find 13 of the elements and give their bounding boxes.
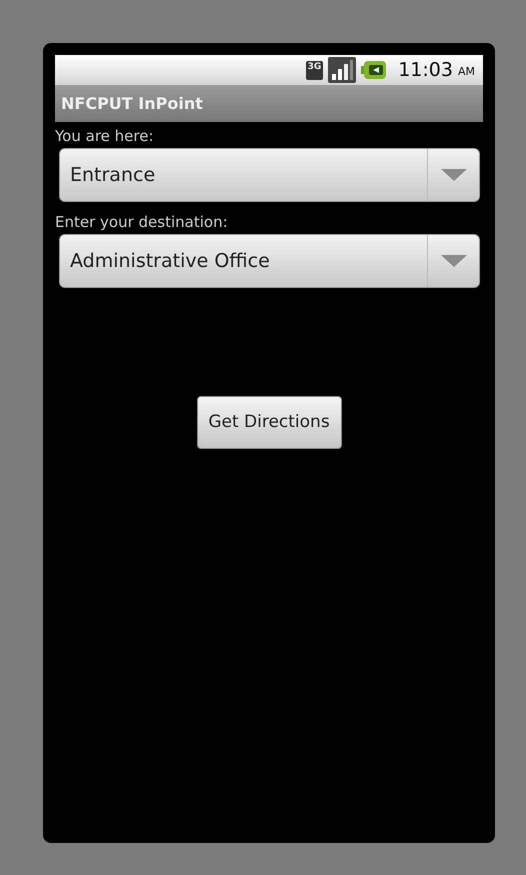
signal-icon — [328, 57, 356, 83]
caret-icon — [440, 255, 466, 267]
dropdown[interactable]: Administrative Office — [59, 234, 480, 288]
clock-meridiem: AM — [458, 64, 475, 80]
app-title: NFCPUT InPoint — [61, 92, 203, 114]
caret-icon — [440, 169, 466, 181]
get-directions-button[interactable]: Get Directions — [196, 396, 342, 449]
dropdown[interactable]: Entrance — [59, 148, 480, 202]
field-label: Enter your destination: — [55, 212, 229, 232]
field-label: You are here: — [55, 126, 155, 146]
network-type-icon: 3G — [306, 60, 324, 80]
clock-time: 11:03 — [398, 58, 453, 83]
battery-icon — [361, 60, 388, 80]
